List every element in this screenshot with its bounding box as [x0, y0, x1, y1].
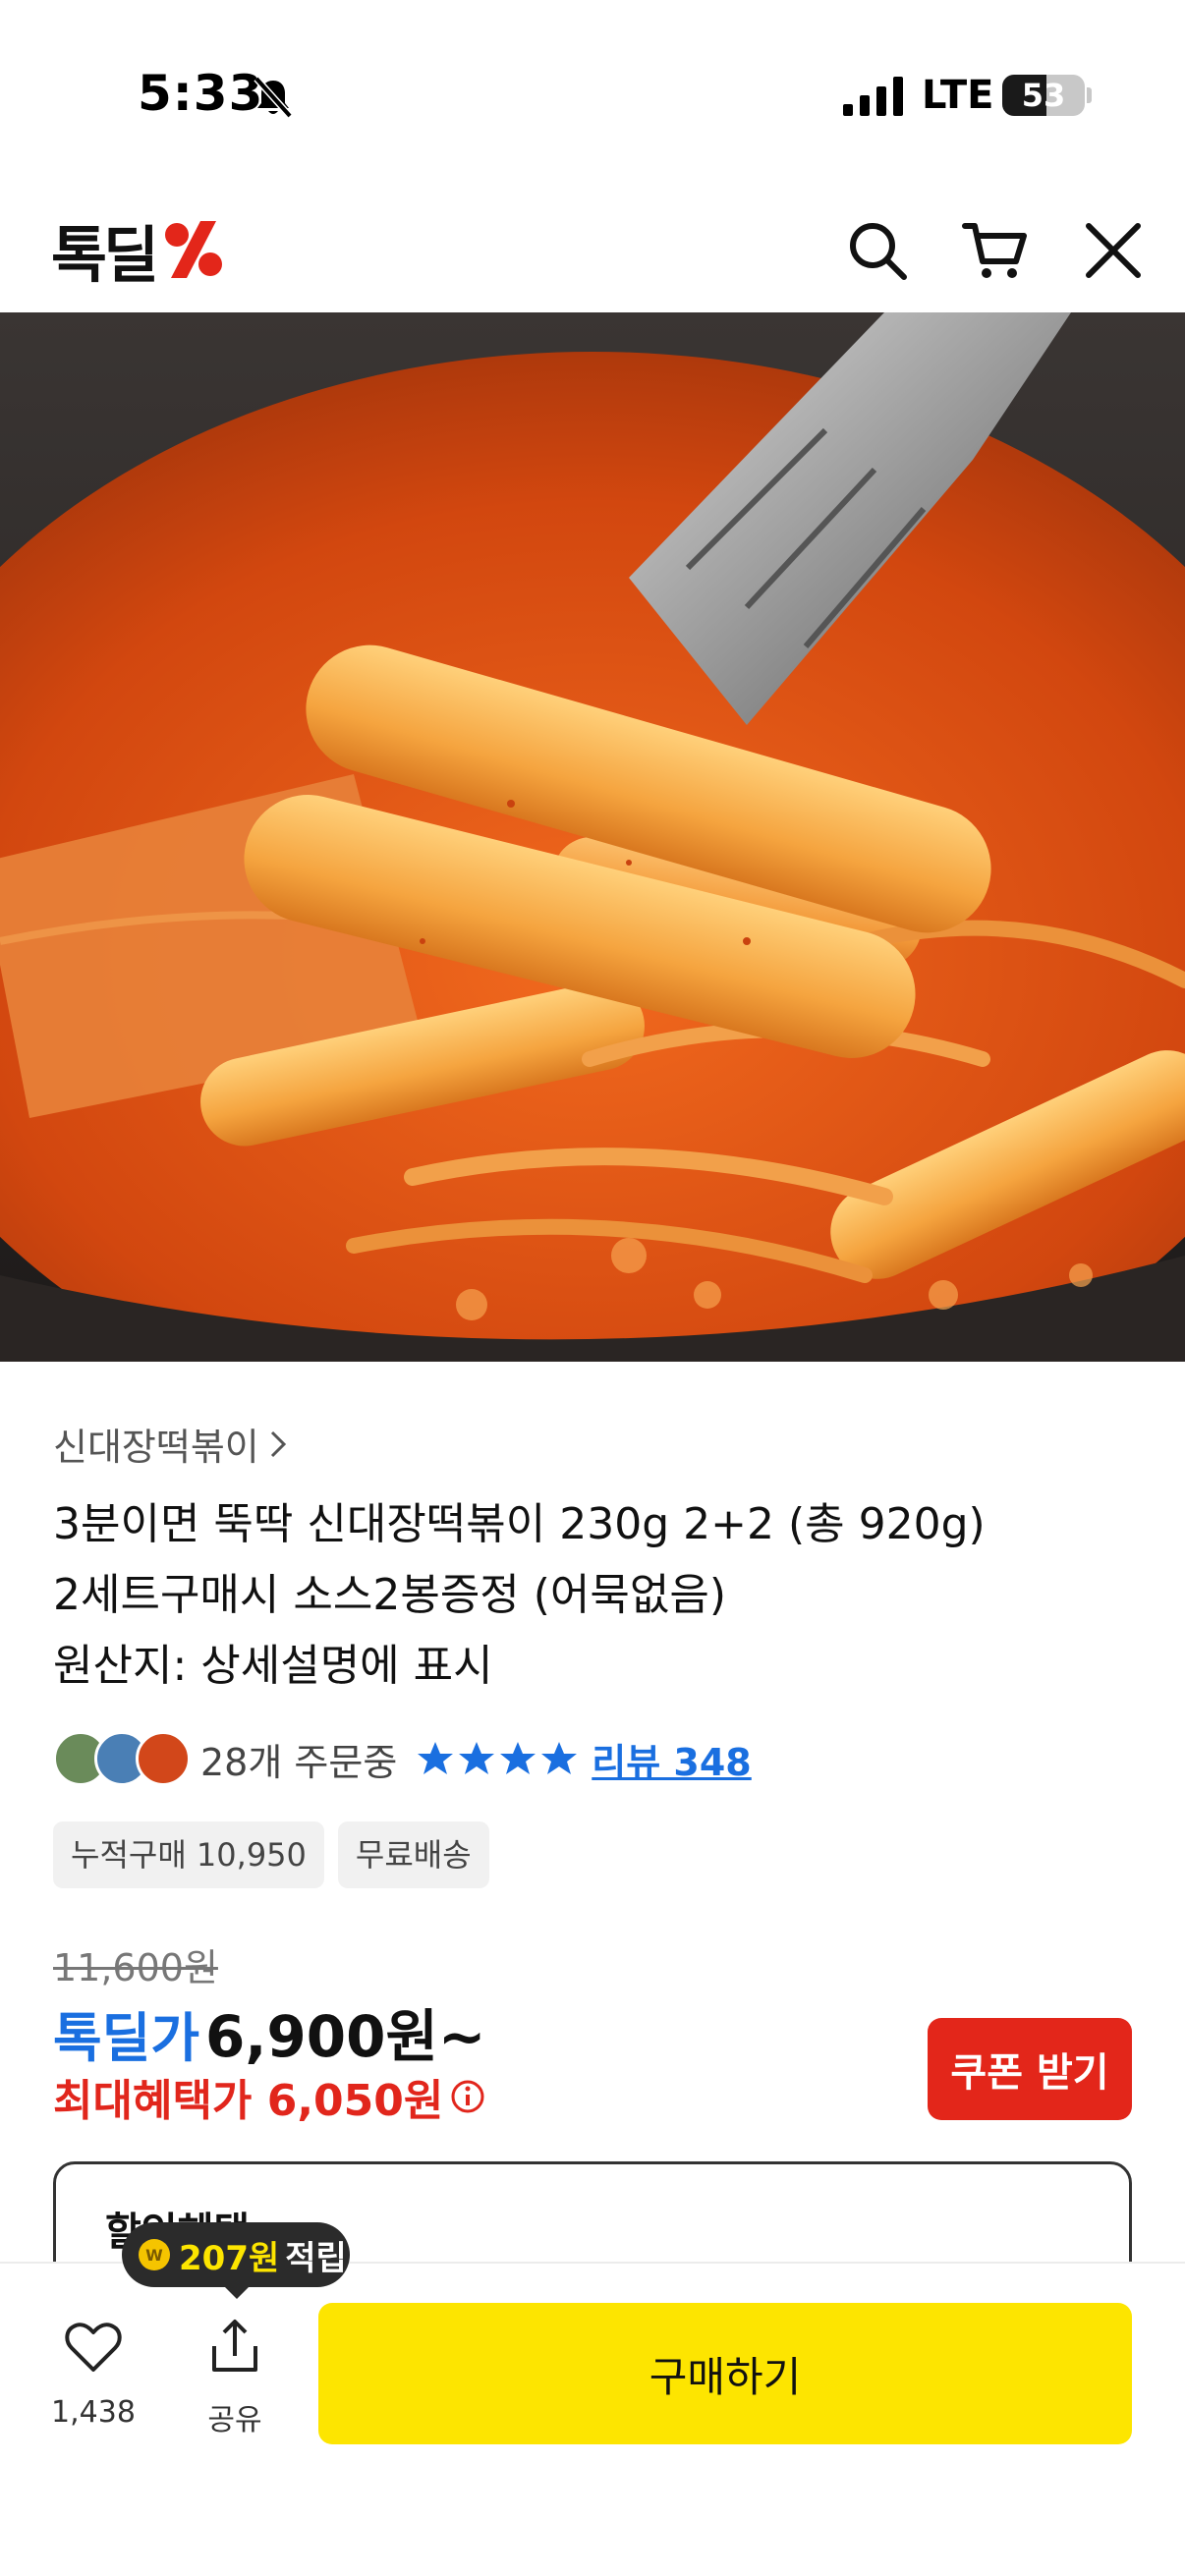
network-type: LTE: [922, 73, 994, 118]
points-amount: 207원: [179, 2238, 280, 2278]
points-label: 적립: [285, 2238, 347, 2278]
orders-count: 28개 주문중: [200, 1740, 398, 1784]
product-title: 3분이면 뚝딱 신대장떡볶이 230g 2+2 (총 920g) 2세트구매시 …: [53, 1489, 1134, 1702]
title-line: 원산지: 상세설명에 표시: [53, 1641, 493, 1691]
review-link[interactable]: 리뷰 348: [592, 1732, 751, 1786]
status-bar: 5:33 LTE 53: [0, 0, 1185, 187]
product-image-gallery[interactable]: [0, 312, 1185, 1362]
coin-icon: W: [139, 2239, 170, 2270]
tteokbokki-photo: [0, 312, 1185, 1362]
title-line: 3분이면 뚝딱 신대장떡볶이 230g 2+2 (총 920g): [53, 1499, 986, 1549]
battery-nub: [1087, 87, 1092, 103]
max-benefit-row[interactable]: 최대혜택가 6,050원: [53, 2065, 486, 2128]
bell-muted-icon: [254, 76, 293, 119]
chevron-right-icon: [270, 1430, 286, 1457]
like-count: 1,438: [51, 2395, 136, 2430]
buyer-avatars: [53, 1731, 191, 1786]
star-icon: [418, 1742, 454, 1774]
category-label: 신대장떡볶이: [53, 1426, 259, 1469]
avatar: [136, 1731, 191, 1786]
deal-price-row: 톡딜가 6,900원~: [53, 1990, 485, 2073]
star-icon: [459, 1742, 495, 1774]
signal-icon: [843, 77, 903, 116]
bottom-action-bar: 1,438 공유 구매하기: [0, 2262, 1185, 2576]
tag-total-purchases: 누적구매 10,950: [53, 1821, 324, 1888]
deal-price: 6,900원~: [205, 2003, 486, 2070]
product-tags: 누적구매 10,950 무료배송: [53, 1821, 489, 1888]
category-link[interactable]: 신대장떡볶이: [53, 1417, 289, 1471]
original-price: 11,600원: [53, 1946, 218, 1989]
battery-percent: 53: [1021, 77, 1066, 114]
info-icon[interactable]: [449, 2078, 486, 2115]
tag-free-shipping: 무료배송: [337, 1821, 489, 1888]
svg-text:W: W: [145, 2246, 163, 2265]
logo[interactable]: 톡딜: [51, 210, 228, 291]
status-time: 5:33: [138, 65, 264, 122]
buy-button[interactable]: 구매하기: [318, 2303, 1132, 2444]
logo-text: 톡딜: [51, 219, 159, 291]
star-icon: [541, 1742, 578, 1774]
battery-icon: 53: [1002, 75, 1085, 116]
share-button[interactable]: 공유: [181, 2317, 289, 2444]
search-icon[interactable]: [843, 216, 912, 285]
logo-percent-icon: [165, 221, 223, 278]
orders-row: 28개 주문중 리뷰 348: [53, 1729, 752, 1788]
rating-stars: [417, 1740, 578, 1777]
star-icon: [500, 1742, 536, 1774]
close-icon[interactable]: [1079, 216, 1148, 285]
share-label: 공유: [207, 2403, 262, 2437]
deal-label: 톡딜가: [53, 2007, 200, 2069]
app-header: 톡딜: [0, 187, 1185, 312]
share-icon: [212, 2320, 257, 2372]
max-benefit-price: 최대혜택가 6,050원: [53, 2076, 444, 2126]
get-coupon-button[interactable]: 쿠폰 받기: [928, 2018, 1132, 2120]
points-tooltip: W 207원 적립: [122, 2222, 350, 2299]
like-button[interactable]: 1,438: [39, 2317, 147, 2444]
heart-icon: [65, 2323, 122, 2372]
title-line: 2세트구매시 소스2봉증정 (어묵없음): [53, 1570, 727, 1620]
cart-icon[interactable]: [961, 216, 1030, 285]
